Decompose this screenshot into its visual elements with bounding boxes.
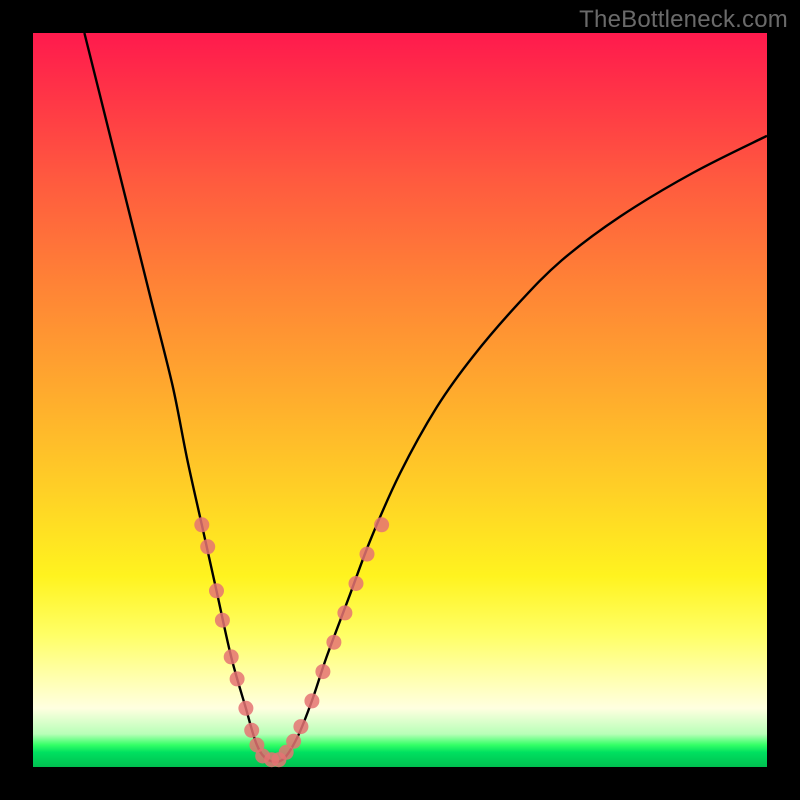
chart-frame: TheBottleneck.com	[0, 0, 800, 800]
curve-marker	[315, 664, 330, 679]
curve-marker	[230, 671, 245, 686]
curve-marker	[360, 547, 375, 562]
curve-marker	[304, 693, 319, 708]
curve-markers	[194, 517, 389, 767]
bottleneck-curve	[84, 33, 767, 762]
curve-marker	[200, 539, 215, 554]
curve-marker	[209, 583, 224, 598]
curve-marker	[224, 649, 239, 664]
watermark-text: TheBottleneck.com	[579, 6, 788, 34]
curve-marker	[374, 517, 389, 532]
curve-marker	[194, 517, 209, 532]
bottleneck-curve-svg	[33, 33, 767, 767]
curve-marker	[244, 723, 259, 738]
curve-marker	[286, 734, 301, 749]
curve-marker	[337, 605, 352, 620]
plot-area	[33, 33, 767, 767]
curve-marker	[238, 701, 253, 716]
curve-marker	[293, 719, 308, 734]
curve-marker	[326, 635, 341, 650]
curve-marker	[349, 576, 364, 591]
curve-marker	[215, 613, 230, 628]
